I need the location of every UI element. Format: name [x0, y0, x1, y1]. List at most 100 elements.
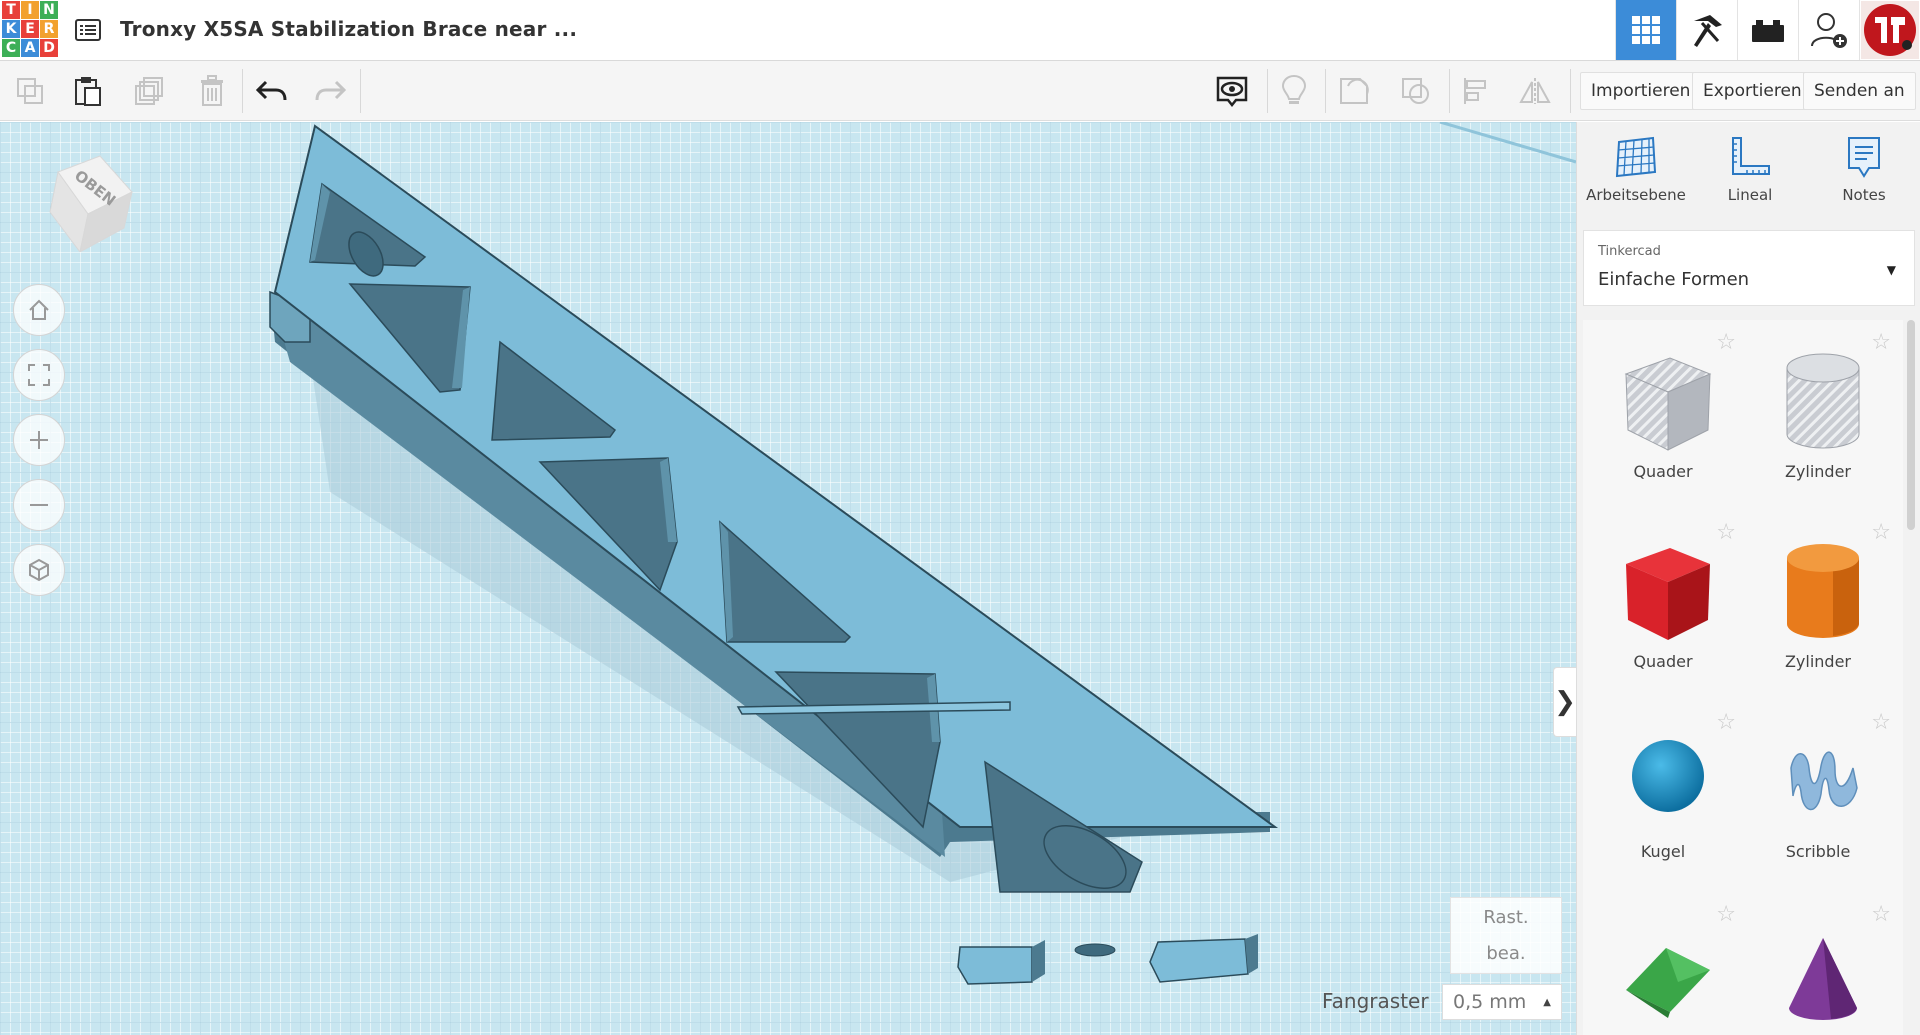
favorite-star-icon[interactable]: ☆ — [1716, 520, 1736, 545]
shape-cone[interactable]: ☆ — [1743, 892, 1893, 1035]
favorite-star-icon[interactable]: ☆ — [1871, 520, 1891, 545]
group-button[interactable] — [1334, 71, 1374, 111]
workplane-viewport[interactable]: OBEN ❯ Rast. bea. Fangraster 0,5 mm ▲ — [0, 122, 1576, 1035]
workplane-icon — [1615, 136, 1657, 178]
panel-collapse-toggle[interactable]: ❯ — [1553, 667, 1576, 737]
fit-view-button[interactable] — [13, 349, 65, 401]
design-title[interactable]: Tronxy X5SA Stabilization Brace near ... — [120, 17, 577, 41]
paste-button[interactable] — [68, 71, 108, 111]
logo-letter: T — [2, 1, 20, 19]
design-grid-icon — [1632, 16, 1660, 44]
favorite-star-icon[interactable]: ☆ — [1871, 330, 1891, 355]
notes-tab[interactable]: Notes — [1809, 134, 1919, 214]
snap-grid-select[interactable]: 0,5 mm ▲ — [1442, 984, 1562, 1020]
profile-avatar[interactable] — [1859, 0, 1920, 60]
notes-tab-label: Notes — [1842, 186, 1886, 204]
favorite-star-icon[interactable]: ☆ — [1871, 710, 1891, 735]
orthographic-button[interactable] — [13, 544, 65, 596]
delete-button[interactable] — [192, 71, 232, 111]
shape-cylinder[interactable]: ☆ Zylinder — [1743, 510, 1893, 690]
cylinder-icon — [1787, 544, 1859, 638]
design-grid-button[interactable] — [1615, 0, 1676, 60]
duplicate-button[interactable] — [130, 71, 170, 111]
align-button[interactable] — [1456, 71, 1496, 111]
lightbulb-icon — [1281, 74, 1307, 104]
redo-icon — [315, 80, 346, 101]
bricks-button[interactable] — [1737, 0, 1798, 60]
favorite-star-icon[interactable]: ☆ — [1871, 902, 1891, 927]
shape-box-hole[interactable]: ☆ Quader — [1588, 320, 1738, 500]
fit-view-icon — [28, 364, 50, 386]
snap-grid-label: Fangraster — [1322, 989, 1429, 1013]
roof-icon — [1626, 948, 1710, 1018]
favorite-star-icon[interactable]: ☆ — [1716, 330, 1736, 355]
build-tool-icon — [1694, 15, 1722, 47]
copy-button[interactable] — [10, 71, 50, 111]
logo-letter: A — [21, 39, 39, 57]
shape-list-scrollbar[interactable] — [1907, 320, 1915, 530]
shape-sphere[interactable]: ☆ Kugel — [1588, 700, 1738, 880]
favorite-star-icon[interactable]: ☆ — [1716, 710, 1736, 735]
favorite-star-icon[interactable]: ☆ — [1716, 902, 1736, 927]
shape-scribble[interactable]: ☆ Scribble — [1743, 700, 1893, 880]
shape-grid: ☆ Quader ☆ Zylinder ☆ Quader ☆ Zylinder … — [1583, 320, 1903, 1035]
workplane-tab[interactable]: Arbeitsebene — [1581, 134, 1691, 214]
cylinder-hole-icon — [1786, 353, 1860, 449]
duplicate-icon — [135, 77, 163, 105]
group-icon — [1340, 78, 1369, 104]
home-view-button[interactable] — [13, 284, 65, 336]
build-tool-button[interactable] — [1676, 0, 1737, 60]
logo-letter: D — [40, 39, 58, 57]
top-right-actions — [1615, 0, 1920, 60]
paste-icon — [75, 77, 101, 106]
send-to-button[interactable]: Senden an — [1803, 72, 1916, 110]
library-name: Einfache Formen — [1598, 269, 1750, 290]
tinkercad-logo[interactable]: TIN KER CAD — [0, 0, 58, 58]
shape-label: Zylinder — [1784, 462, 1852, 481]
top-bar: TIN KER CAD Tronxy X5SA Stabilization Brac… — [0, 0, 1920, 61]
snap-grid-value: 0,5 mm — [1453, 991, 1527, 1013]
zoom-in-button[interactable] — [13, 414, 65, 466]
logo-letter: K — [2, 20, 20, 38]
edit-toolbar: Importieren Exportieren Senden an — [0, 61, 1920, 121]
notes-icon — [1848, 137, 1880, 178]
shape-roof[interactable]: ☆ — [1588, 892, 1738, 1035]
ruler-tab[interactable]: Lineal — [1695, 134, 1805, 214]
redo-button[interactable] — [310, 71, 350, 111]
align-icon — [1464, 78, 1486, 104]
home-icon — [29, 299, 49, 320]
workplane-tab-label: Arbeitsebene — [1586, 186, 1686, 204]
scribble-icon — [1790, 751, 1858, 811]
import-button[interactable]: Importieren — [1580, 72, 1702, 110]
shape-library-select[interactable]: Tinkercad Einfache Formen ▼ — [1583, 230, 1915, 306]
brace-model[interactable] — [0, 122, 1576, 1035]
add-user-button[interactable] — [1798, 0, 1859, 60]
toolbar-divider — [1325, 69, 1326, 113]
show-all-icon — [1216, 76, 1248, 108]
shape-box[interactable]: ☆ Quader — [1588, 510, 1738, 690]
delete-icon — [201, 75, 223, 106]
box-icon — [1626, 548, 1710, 640]
show-all-button[interactable] — [1212, 71, 1252, 111]
undo-button[interactable] — [252, 71, 292, 111]
shape-cylinder-hole[interactable]: ☆ Zylinder — [1743, 320, 1893, 500]
edit-grid-label-line1: Rast. — [1483, 906, 1529, 928]
ungroup-button[interactable] — [1396, 71, 1436, 111]
toolbar-divider — [360, 69, 361, 113]
edit-grid-label-line2: bea. — [1486, 942, 1526, 964]
edit-grid-button[interactable]: Rast. bea. — [1450, 897, 1562, 974]
design-list-button[interactable] — [73, 15, 103, 45]
mirror-button[interactable] — [1515, 71, 1555, 111]
toolbar-divider — [1267, 69, 1268, 113]
export-button[interactable]: Exportieren — [1692, 72, 1813, 110]
library-source: Tinkercad — [1598, 244, 1661, 259]
zoom-out-icon — [30, 504, 48, 506]
sphere-icon — [1632, 740, 1704, 812]
zoom-out-button[interactable] — [13, 479, 65, 531]
lightbulb-button[interactable] — [1274, 71, 1314, 111]
box-hole-icon — [1624, 357, 1712, 451]
shape-label: Zylinder — [1784, 652, 1852, 671]
view-cube[interactable]: OBEN — [28, 152, 138, 252]
shape-label: Kugel — [1640, 842, 1686, 861]
shape-label: Scribble — [1785, 842, 1851, 861]
